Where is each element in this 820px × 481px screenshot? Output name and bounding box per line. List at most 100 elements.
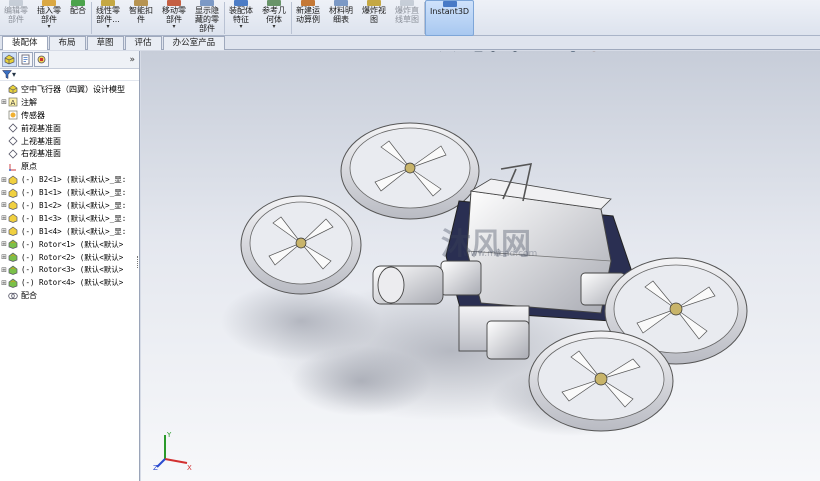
tree-item-label: (-) B2<1> (默认<默认>_显: (21, 175, 127, 185)
axis-triad: Y X Z (153, 431, 192, 471)
tree-item-label: (-) Rotor<2> (默认<默认> (21, 252, 124, 262)
instant3d-button[interactable]: Instant3D (425, 0, 475, 36)
tree-item[interactable]: ⊞ (-) B2<1> (默认<默认>_显: (0, 173, 139, 186)
tree-item[interactable]: 上视基准面 (0, 135, 139, 148)
ribbon-button-label: 显示隐 藏的零 部件 (195, 6, 219, 33)
tree-item[interactable]: ⊞ (-) Rotor<1> (默认<默认> (0, 238, 139, 251)
zoom-to-fit-icon[interactable] (431, 51, 443, 53)
tab-layout[interactable]: 布局 (48, 36, 86, 50)
display-style-icon[interactable] (509, 51, 521, 53)
ribbon-button-label: 爆炸直 线草图 (395, 6, 419, 24)
tree-item[interactable]: ⊞ (-) Rotor<2> (默认<默认> (0, 251, 139, 264)
apply-scene-icon[interactable] (567, 51, 579, 53)
section-view-icon[interactable] (473, 51, 485, 53)
tree-item[interactable]: 右视基准面 (0, 147, 139, 160)
tree-item[interactable]: 原点 (0, 160, 139, 173)
mate-button[interactable]: 配合 (66, 0, 91, 36)
exploded-view-button[interactable]: 爆炸视图 (358, 0, 391, 36)
instant3d-icon (442, 1, 457, 7)
view-orientation-icon[interactable] (487, 51, 499, 53)
ribbon-button-label: Instant3D (430, 7, 470, 16)
expand-icon[interactable]: ⊞ (0, 214, 8, 222)
z-axis-label: Z (153, 464, 158, 471)
tree-item[interactable]: ⊞ (-) Rotor<4> (默认<默认> (0, 276, 139, 289)
tree-item-label: (-) B1<1> (默认<默认>_显: (21, 188, 127, 198)
feature-manager-tab-icon[interactable] (2, 52, 17, 67)
insert-components-icon (42, 0, 56, 6)
ribbon-dropdown-icon[interactable]: ▾ (272, 24, 275, 30)
tree-item[interactable]: 前视基准面 (0, 122, 139, 135)
tab-evaluate[interactable]: 评估 (124, 36, 162, 50)
configuration-manager-tab-icon[interactable] (34, 52, 49, 67)
annotations-icon: A (8, 97, 18, 107)
tree-item[interactable]: 传感器 (0, 109, 139, 122)
ribbon-dropdown-icon[interactable]: ▾ (239, 24, 242, 30)
zoom-to-area-icon[interactable] (445, 51, 457, 53)
expand-icon[interactable]: ⊞ (0, 253, 8, 261)
expand-icon[interactable]: ⊞ (0, 201, 8, 209)
linear-component-pattern-button[interactable]: 线性零 部件... ▾ (92, 0, 125, 36)
assembly-icon (8, 85, 18, 95)
panel-collapse-icon[interactable]: » (129, 55, 135, 65)
show-hidden-components-button[interactable]: 显示隐 藏的零 部件 (191, 0, 224, 36)
bill-of-materials-button[interactable]: 材料明 细表 (325, 0, 358, 36)
tree-item[interactable]: ⊞ (-) B1<1> (默认<默认>_显: (0, 186, 139, 199)
edit-appearance-icon[interactable] (553, 51, 565, 53)
tab-assembly[interactable]: 装配体 (2, 36, 48, 50)
show-hidden-components-icon (200, 0, 214, 6)
new-motion-study-button[interactable]: 新建运 动算例 (292, 0, 325, 36)
tab-sketch[interactable]: 草图 (86, 36, 124, 50)
panel-toolbar: » (0, 51, 139, 69)
reference-geometry-button[interactable]: 参考几 何体 ▾ (258, 0, 291, 36)
move-component-button[interactable]: 移动零 部件 ▾ (158, 0, 191, 36)
ribbon-button-label: 爆炸视图 (362, 6, 386, 24)
tree-item-label: (-) Rotor<4> (默认<默认> (21, 278, 124, 288)
filter-icon[interactable] (2, 70, 12, 79)
feature-manager-panel: » ▾ 空中飞行器（四翼）设计模型 ⊞ A 注解 传感器 前视基准面上视基准面 右视基准面原… (0, 51, 140, 481)
tree-item[interactable]: ⊞ (-) B1<3> (默认<默认>_显: (0, 212, 139, 225)
expand-icon[interactable]: ⊞ (0, 176, 8, 184)
ribbon-dropdown-icon[interactable]: ▾ (172, 24, 175, 30)
tree-item[interactable]: ⊞ (-) B1<4> (默认<默认>_显: (0, 225, 139, 238)
tree-item[interactable]: ⊞ (-) Rotor<3> (默认<默认> (0, 263, 139, 276)
expand-icon[interactable]: ⊞ (0, 240, 8, 248)
ribbon-dropdown-icon[interactable]: ▾ (47, 24, 50, 30)
origin-icon (9, 163, 16, 171)
expand-icon[interactable]: ⊞ (0, 227, 8, 235)
tree-item-label: (-) Rotor<1> (默认<默认> (21, 239, 124, 249)
hide-show-items-icon[interactable] (531, 51, 543, 53)
expand-icon[interactable]: ⊞ (0, 266, 8, 274)
tree-item-label: 前视基准面 (21, 123, 61, 133)
previous-view-icon[interactable] (459, 51, 471, 53)
subassembly-icon (8, 239, 18, 249)
graphics-viewport[interactable]: 沐风网 www.mfcad.com Y X Z ▼ ▼ ▼ ▼ ▼ (141, 51, 820, 481)
expand-icon[interactable]: ⊞ (0, 98, 8, 106)
edit-component-button[interactable]: 编辑零 部件 (0, 0, 33, 36)
view-settings-icon[interactable] (588, 51, 600, 53)
edit-component-icon (9, 0, 23, 6)
tree-item-label: 配合 (21, 291, 37, 301)
ribbon-button-label: 配合 (70, 6, 86, 15)
tree-item[interactable]: ⊞ (-) B1<2> (默认<默认>_显: (0, 199, 139, 212)
tree-item[interactable]: ⊞ A 注解 (0, 96, 139, 109)
filter-dropdown-icon[interactable]: ▾ (12, 70, 16, 79)
ribbon-button-label: 材料明 细表 (329, 6, 353, 24)
assembly-features-button[interactable]: 装配体 特征 ▾ (225, 0, 258, 36)
ribbon-button-label: 参考几 何体 (262, 6, 286, 24)
property-manager-tab-icon[interactable] (18, 52, 33, 67)
tab-office-products[interactable]: 办公室产品 (162, 36, 226, 50)
command-tabs: 装配体 布局 草图 评估 办公室产品 (0, 36, 820, 50)
tree-item[interactable]: 空中飞行器（四翼）设计模型 (0, 83, 139, 96)
bill-of-materials-icon (334, 0, 348, 6)
expand-icon[interactable]: ⊞ (0, 189, 8, 197)
move-component-icon (167, 0, 181, 6)
expand-icon[interactable]: ⊞ (0, 279, 8, 287)
ribbon-dropdown-icon[interactable]: ▾ (106, 24, 109, 30)
smart-fasteners-button[interactable]: 智能扣件 (125, 0, 158, 36)
insert-components-button[interactable]: 插入零 部件 ▾ (33, 0, 66, 36)
mates-icon (8, 292, 18, 299)
feature-tree: 空中飞行器（四翼）设计模型 ⊞ A 注解 传感器 前视基准面 上视基准面 右视基准面 原点 ⊞ (-… (0, 81, 139, 302)
tree-item[interactable]: 配合 (0, 289, 139, 302)
explode-line-sketch-button[interactable]: 爆炸直 线草图 (391, 0, 424, 36)
part-icon (8, 226, 18, 237)
